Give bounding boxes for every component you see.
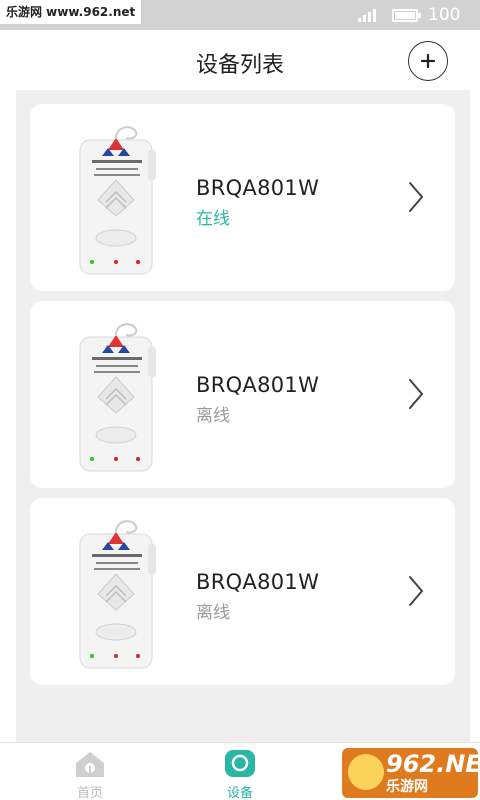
tab-device-label: 设备 [226,786,253,800]
device-list[interactable]: BRQA801W 在线 BRQA801W 离线 BRQA801W 离线 [16,90,470,742]
plus-icon [420,53,436,69]
chevron-right-icon [409,576,424,606]
tab-home[interactable]: 首页 [40,747,140,800]
app-header: 设备列表 [0,30,480,90]
battery-icon [392,9,421,22]
chevron-right-icon [409,182,424,212]
watermark-logo: 962.NET 乐游网 [342,748,480,798]
tab-device[interactable]: 设备 [190,747,290,800]
device-status: 离线 [196,406,230,426]
tab-home-label: 首页 [76,786,103,800]
device-card[interactable]: BRQA801W 在线 [30,104,455,291]
device-card[interactable]: BRQA801W 离线 [30,301,455,488]
status-bar: 乐游网 www.962.net 100 [0,0,480,30]
device-status: 在线 [196,209,230,229]
battery-level: 100 [428,5,461,25]
device-status: 离线 [196,603,230,623]
device-card[interactable]: BRQA801W 离线 [30,498,455,685]
device-name: BRQA801W [196,176,320,200]
device-name: BRQA801W [196,570,320,594]
chevron-right-icon [409,379,424,409]
watermark-emblem-icon [348,754,384,790]
gas-detector-image [79,323,156,472]
device-icon [225,750,255,777]
home-icon [76,752,104,777]
add-device-button[interactable] [408,41,448,81]
device-name: BRQA801W [196,373,320,397]
watermark-top: 乐游网 www.962.net [0,0,142,24]
gas-detector-image [79,520,156,669]
watermark-big-text: 962.NET [386,750,480,778]
watermark-small-text: 乐游网 [386,779,428,795]
gas-detector-image [79,126,156,275]
signal-icon [358,8,378,22]
